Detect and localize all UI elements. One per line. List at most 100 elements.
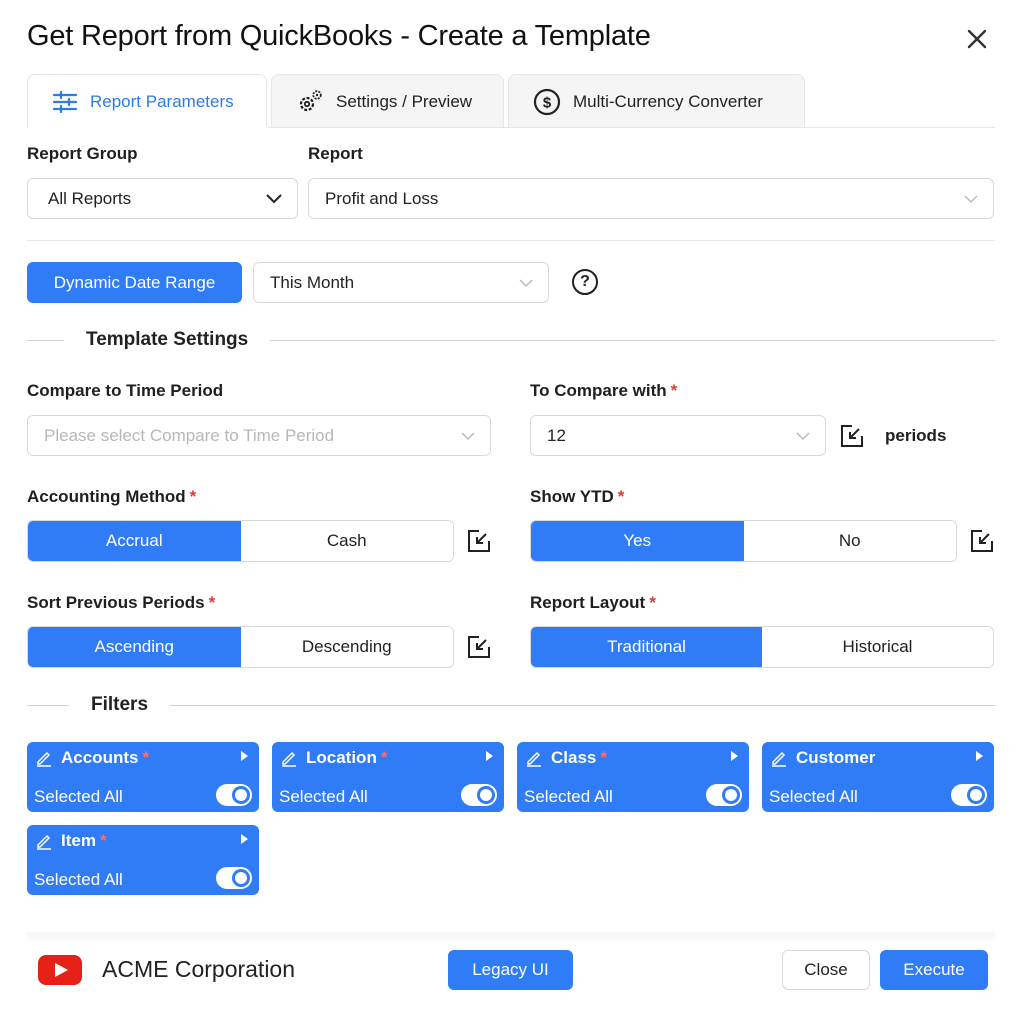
- filter-card-item[interactable]: Item * Selected All: [27, 825, 259, 895]
- filter-card-header: Item *: [35, 831, 107, 851]
- toggle-knob: [232, 869, 250, 887]
- template-settings-title: Template Settings: [86, 329, 249, 350]
- traditional-option[interactable]: Traditional: [531, 627, 762, 667]
- help-icon[interactable]: ?: [572, 269, 598, 295]
- edit-value-icon[interactable]: [969, 528, 995, 554]
- pencil-icon: [770, 749, 788, 767]
- required-marker: *: [380, 748, 388, 767]
- caret-right-icon[interactable]: [484, 750, 494, 762]
- sort-previous-periods-label-text: Sort Previous Periods: [27, 593, 205, 612]
- filters-header: Filters: [27, 693, 995, 717]
- edit-value-icon[interactable]: [466, 634, 492, 660]
- compare-with-value: 12: [547, 425, 566, 445]
- compare-time-period-placeholder: Please select Compare to Time Period: [44, 425, 335, 445]
- filter-card-header: Customer: [770, 748, 875, 768]
- sort-previous-periods-toggle: Ascending Descending: [27, 626, 454, 668]
- filter-toggle[interactable]: [216, 784, 252, 806]
- report-group-select[interactable]: All Reports: [27, 178, 298, 219]
- filter-card-header: Location *: [280, 748, 387, 768]
- section-line: [27, 704, 69, 706]
- divider: [27, 240, 995, 241]
- filter-card-class[interactable]: Class * Selected All: [517, 742, 749, 812]
- ascending-option[interactable]: Ascending: [28, 627, 241, 667]
- compare-time-period-label: Compare to Time Period: [27, 381, 224, 400]
- dynamic-date-range-button[interactable]: Dynamic Date Range: [27, 262, 242, 303]
- date-range-value: This Month: [270, 272, 355, 292]
- dollar-circle-icon: $: [533, 88, 561, 116]
- edit-value-icon[interactable]: [466, 528, 492, 554]
- pencil-icon: [525, 749, 543, 767]
- compare-with-label-text: To Compare with: [530, 381, 667, 400]
- caret-right-icon[interactable]: [729, 750, 739, 762]
- filter-status: Selected All: [34, 870, 123, 889]
- filter-toggle[interactable]: [461, 784, 497, 806]
- filter-toggle[interactable]: [706, 784, 742, 806]
- tab-label: Settings / Preview: [336, 91, 473, 111]
- compare-with-label: To Compare with *: [530, 381, 677, 401]
- caret-right-icon[interactable]: [239, 750, 249, 762]
- report-select[interactable]: Profit and Loss: [308, 178, 994, 219]
- company-name: ACME Corporation: [102, 956, 296, 982]
- show-ytd-label: Show YTD *: [530, 487, 624, 507]
- historical-option[interactable]: Historical: [762, 627, 993, 667]
- tab-label: Multi-Currency Converter: [573, 91, 763, 111]
- chevron-down-icon: [963, 194, 979, 204]
- section-line: [27, 339, 64, 341]
- filter-card-customer[interactable]: Customer Selected All: [762, 742, 994, 812]
- section-line: [170, 704, 995, 706]
- filter-name: Accounts: [61, 748, 139, 767]
- report-layout-label: Report Layout *: [530, 593, 656, 613]
- no-option[interactable]: No: [743, 521, 956, 561]
- caret-right-icon[interactable]: [239, 833, 249, 845]
- required-marker: *: [617, 487, 625, 506]
- filter-card-location[interactable]: Location * Selected All: [272, 742, 504, 812]
- toggle-knob: [232, 786, 250, 804]
- filter-status: Selected All: [279, 787, 368, 806]
- legacy-ui-button[interactable]: Legacy UI: [448, 950, 573, 990]
- report-group-label: Report Group: [27, 144, 138, 163]
- descending-option[interactable]: Descending: [240, 627, 453, 667]
- required-marker: *: [649, 593, 656, 612]
- create-template-dialog: Get Report from QuickBooks - Create a Te…: [0, 0, 1024, 1018]
- filter-toggle[interactable]: [951, 784, 987, 806]
- yes-option[interactable]: Yes: [531, 521, 744, 561]
- tab-bar: Report Parameters Settings / Preview $ M…: [27, 74, 809, 128]
- svg-text:$: $: [543, 94, 552, 111]
- report-layout-toggle: Traditional Historical: [530, 626, 994, 668]
- footer-separator: [27, 932, 995, 944]
- youtube-icon[interactable]: [38, 955, 82, 985]
- close-button[interactable]: Close: [782, 950, 870, 990]
- filter-name: Location: [306, 748, 377, 767]
- filter-status: Selected All: [34, 787, 123, 806]
- filter-name: Class: [551, 748, 597, 767]
- tab-report-parameters[interactable]: Report Parameters: [27, 74, 267, 128]
- filter-card-accounts[interactable]: Accounts * Selected All: [27, 742, 259, 812]
- compare-with-select[interactable]: 12: [530, 415, 826, 456]
- periods-suffix: periods: [885, 426, 947, 445]
- cash-option[interactable]: Cash: [240, 521, 453, 561]
- filter-card-header: Class *: [525, 748, 607, 768]
- required-marker: *: [189, 487, 197, 506]
- filter-toggle[interactable]: [216, 867, 252, 889]
- tab-multi-currency[interactable]: $ Multi-Currency Converter: [508, 74, 805, 128]
- accounting-method-toggle: Accrual Cash: [27, 520, 454, 562]
- show-ytd-label-text: Show YTD: [530, 487, 614, 506]
- sliders-icon: [52, 90, 78, 114]
- pencil-icon: [280, 749, 298, 767]
- compare-time-period-select[interactable]: Please select Compare to Time Period: [27, 415, 491, 456]
- filter-status: Selected All: [524, 787, 613, 806]
- accounting-method-label: Accounting Method *: [27, 487, 196, 507]
- edit-value-icon[interactable]: [839, 423, 865, 449]
- caret-right-icon[interactable]: [974, 750, 984, 762]
- required-marker: *: [208, 593, 216, 612]
- close-icon[interactable]: [962, 24, 992, 54]
- execute-button[interactable]: Execute: [880, 950, 988, 990]
- chevron-down-icon: [460, 431, 476, 441]
- dialog-title: Get Report from QuickBooks - Create a Te…: [27, 20, 651, 52]
- required-marker: *: [600, 748, 607, 767]
- toggle-knob: [967, 786, 985, 804]
- accrual-option[interactable]: Accrual: [28, 521, 241, 561]
- report-label: Report: [308, 144, 363, 163]
- tab-settings-preview[interactable]: Settings / Preview: [271, 74, 504, 128]
- date-range-select[interactable]: This Month: [253, 262, 549, 303]
